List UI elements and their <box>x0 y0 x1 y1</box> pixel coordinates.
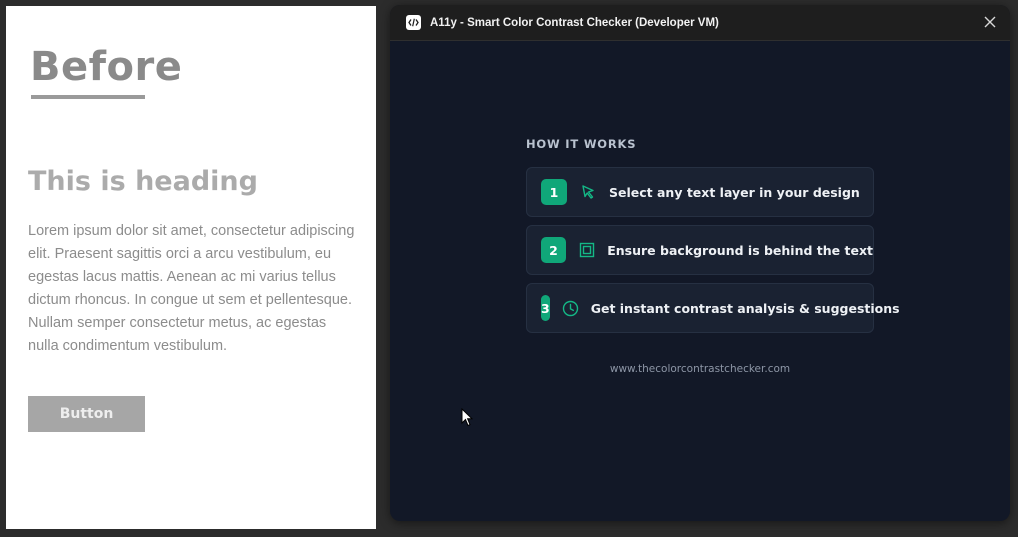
plugin-title: A11y - Smart Color Contrast Checker (Dev… <box>430 16 719 29</box>
plugin-titlebar: A11y - Smart Color Contrast Checker (Dev… <box>390 5 1010 41</box>
step-number: 2 <box>541 237 566 263</box>
step-number: 3 <box>541 295 550 321</box>
frame-body-text: Lorem ipsum dolor sit amet, consectetur … <box>28 223 355 354</box>
design-frame[interactable]: Before This is heading Lorem ipsum dolor… <box>6 6 376 529</box>
step-card: 2 Ensure background is behind the text <box>526 225 874 275</box>
steps-list: 1 Select any text layer in your design 2… <box>526 167 900 341</box>
step-label: Select any text layer in your design <box>609 184 860 200</box>
step-card: 3 Get instant contrast analysis & sugges… <box>526 283 900 333</box>
website-link[interactable]: www.thecolorcontrastchecker.com <box>526 363 874 375</box>
how-it-works-title: HOW IT WORKS <box>526 137 637 151</box>
step-card: 1 Select any text layer in your design <box>526 167 874 217</box>
frame-layer-icon <box>578 241 595 259</box>
cursor-pointer-icon <box>579 183 597 201</box>
before-title: Before <box>30 44 183 90</box>
step-label: Ensure background is behind the text <box>607 242 873 258</box>
frame-heading: This is heading <box>28 166 258 197</box>
plugin-window: A11y - Smart Color Contrast Checker (Dev… <box>390 5 1010 521</box>
step-label: Get instant contrast analysis & suggesti… <box>590 300 900 316</box>
clock-icon <box>562 299 579 317</box>
code-icon <box>406 15 421 30</box>
step-number: 1 <box>541 179 567 205</box>
frame-button[interactable]: Button <box>28 396 145 432</box>
mouse-cursor-icon <box>461 408 473 427</box>
title-underline <box>31 95 145 99</box>
close-icon[interactable] <box>982 14 998 30</box>
